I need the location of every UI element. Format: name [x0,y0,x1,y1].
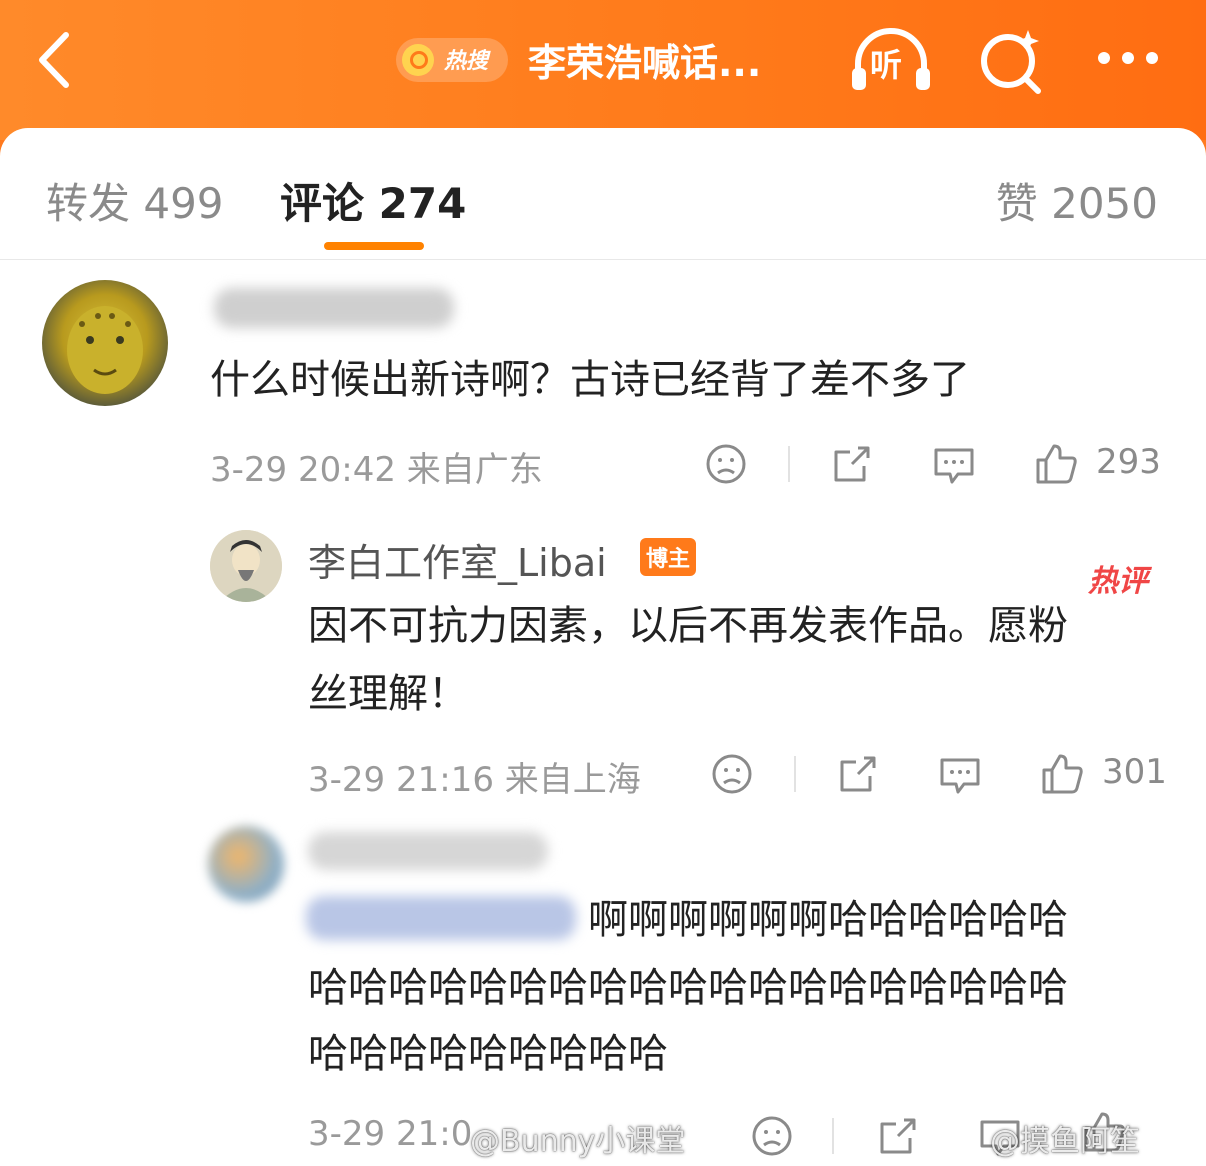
watermark-left: @Bunny小课堂 [470,1124,686,1159]
comments-panel: 转发 499 评论 274 赞 2050 什么时候出新诗啊？古诗已经背了差不多了… [0,128,1206,1166]
hot-search-label: 热搜 [444,49,489,74]
back-arrow-icon [39,32,69,88]
divider [832,1118,834,1154]
comment-meta: 3-29 21:0 [308,1114,473,1154]
like-count: 301 [1102,752,1167,792]
more-dots-icon [1098,52,1110,64]
divider [794,756,796,792]
comment-text-line: 因不可抗力因素，以后不再发表作品。愿粉 [308,603,1068,649]
avatar[interactable] [208,826,284,902]
comment-bubble-icon[interactable] [930,440,978,488]
divider [788,446,790,482]
comment-text-line: 啊啊啊啊啊啊哈哈哈哈哈哈 [588,897,1068,943]
username-blurred[interactable] [214,288,454,328]
search-button[interactable] [976,26,1046,96]
active-tab-indicator [324,242,424,250]
libai-avatar-image [210,530,282,602]
comment-text-line: 丝理解！ [308,671,468,717]
dislike-face-icon[interactable] [708,750,756,798]
dislike-face-icon[interactable] [702,440,750,488]
hot-comment-tag: 热评 [1088,564,1148,599]
share-icon[interactable] [874,1112,922,1160]
thumbs-up-icon[interactable] [1032,440,1080,488]
username-blurred[interactable] [308,832,548,870]
avatar[interactable] [42,280,168,406]
tab-like[interactable]: 赞 2050 [996,170,1158,231]
share-icon[interactable] [828,440,876,488]
listen-label: 听 [870,46,903,84]
comment-bubble-icon[interactable] [936,750,984,798]
mention-blurred[interactable] [306,896,576,940]
more-button[interactable] [1096,46,1166,72]
tab-bar: 转发 499 评论 274 赞 2050 [0,128,1206,260]
dislike-face-icon[interactable] [748,1112,796,1160]
tab-repost[interactable]: 转发 499 [46,170,224,231]
hot-search-icon [402,44,434,76]
back-button[interactable] [30,25,90,95]
tab-comment[interactable]: 评论 274 [280,170,466,231]
thumbs-up-icon[interactable] [1038,750,1086,798]
leopard-avatar-image [67,306,143,394]
avatar[interactable] [210,530,282,602]
comment-meta: 3-29 21:16 来自上海 [308,760,641,800]
share-icon[interactable] [834,750,882,798]
author-badge: 博主 [640,538,697,576]
comment-text-line: 哈哈哈哈哈哈哈哈哈哈哈哈哈哈哈哈哈哈哈 [308,965,1068,1011]
hot-search-badge[interactable]: 热搜 [396,38,508,82]
search-icon [981,30,1041,94]
listen-button[interactable]: 听 [848,24,934,94]
username[interactable]: 李白工作室_Libai [308,532,607,587]
comment-text: 什么时候出新诗啊？古诗已经背了差不多了 [210,357,970,403]
top-bar: 热搜 李荣浩喊话... 听 [0,0,1206,140]
page-title: 李荣浩喊话... [528,41,762,85]
like-count: 293 [1096,442,1161,482]
comment-meta: 3-29 20:42 来自广东 [210,450,543,490]
watermark-right: @摸鱼阿笙 [990,1124,1140,1159]
comment-text-line: 哈哈哈哈哈哈哈哈哈 [308,1031,668,1077]
